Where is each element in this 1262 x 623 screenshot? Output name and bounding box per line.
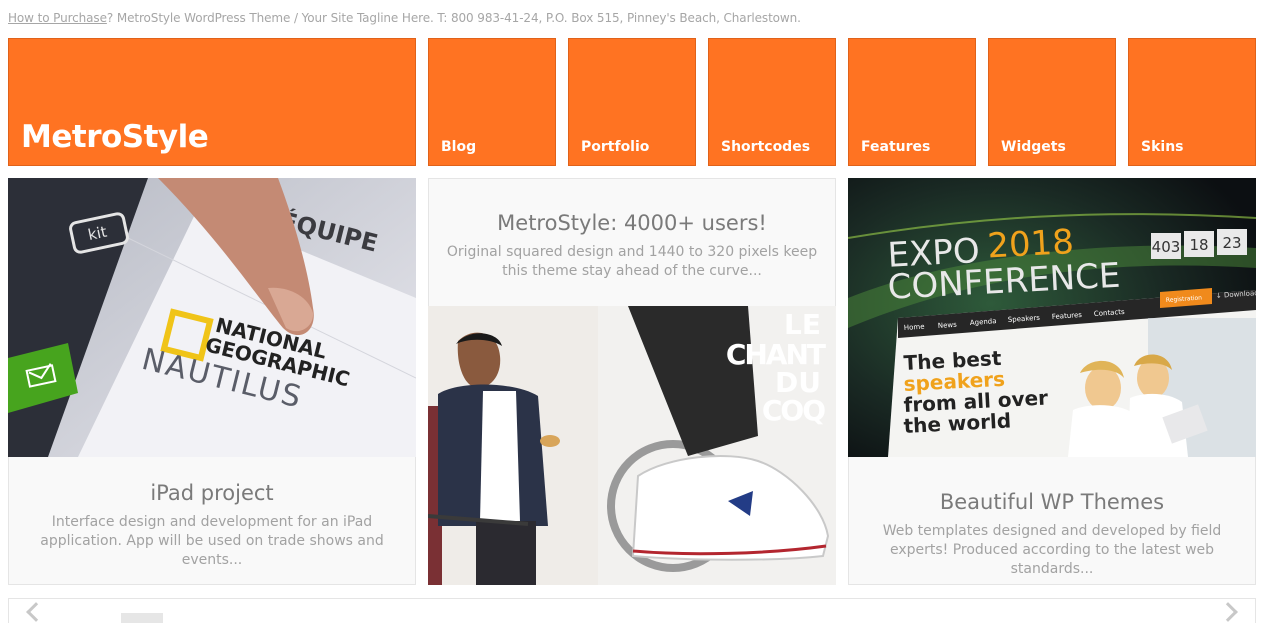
how-to-purchase-link[interactable]: How to Purchase [8,11,107,25]
nav-label-blog: Blog [441,139,477,155]
beautiful-wp-themes-description: Web templates designed and developed by … [882,523,1222,577]
nav-tile-widgets[interactable]: Widgets [988,38,1116,166]
nav-tile-shortcodes[interactable]: Shortcodes [708,38,836,166]
pager-thumb[interactable] [121,613,163,623]
countdown-days: 403 [1152,238,1181,256]
ipad-project-title[interactable]: iPad project [9,481,415,505]
beautiful-wp-themes-title[interactable]: Beautiful WP Themes [849,490,1255,514]
nav-label-shortcodes: Shortcodes [721,139,811,155]
chevron-left-icon[interactable] [26,602,46,622]
top-tagline: How to Purchase? MetroStyle WordPress Th… [8,11,801,25]
nav-label-skins: Skins [1141,139,1184,155]
countdown-minutes: 23 [1222,234,1241,252]
chevron-right-icon[interactable] [1218,602,1238,622]
brand-tile[interactable]: MetroStyle [8,38,416,166]
countdown-hours: 18 [1189,236,1208,254]
metrostyle-users-title[interactable]: MetroStyle: 4000+ users! [429,211,835,235]
ipad-project-image[interactable]: kit ÉQUIPE NATIONAL GEOGRAPHIC NAUTILUS [8,178,416,457]
mock-menu-home: Home [904,323,925,332]
mock-menu-news: News [938,321,958,330]
metrostyle-users-description: Original squared design and 1440 to 320 … [446,244,818,279]
nav-label-widgets: Widgets [1001,139,1066,155]
brand-logo-text: MetroStyle [21,119,209,155]
metrostyle-users-card[interactable]: MetroStyle: 4000+ users! Original square… [428,178,836,306]
kit-icon-text: kit [86,223,108,245]
nav-label-features: Features [861,139,931,155]
carousel-pager [8,598,1256,623]
beautiful-wp-themes-card[interactable]: Beautiful WP Themes Web templates design… [848,457,1256,585]
expo-conference-image[interactable]: EXPO 2018 CONFERENCE 403 18 23 Home News… [848,178,1256,457]
nav-label-portfolio: Portfolio [581,139,650,155]
le-text: LE [784,308,821,341]
tagline-text: ? MetroStyle WordPress Theme / Your Site… [106,11,801,25]
nav-tile-blog[interactable]: Blog [428,38,556,166]
nav-tile-skins[interactable]: Skins [1128,38,1256,166]
ipad-project-card[interactable]: iPad project Interface design and develo… [8,457,416,585]
coq-text: COQ [762,394,825,427]
ipad-project-description: Interface design and development for an … [40,514,384,568]
nav-tile-portfolio[interactable]: Portfolio [568,38,696,166]
nav-tile-features[interactable]: Features [848,38,976,166]
le-chant-du-coq-image[interactable]: LE CHANT DU COQ [428,306,836,585]
